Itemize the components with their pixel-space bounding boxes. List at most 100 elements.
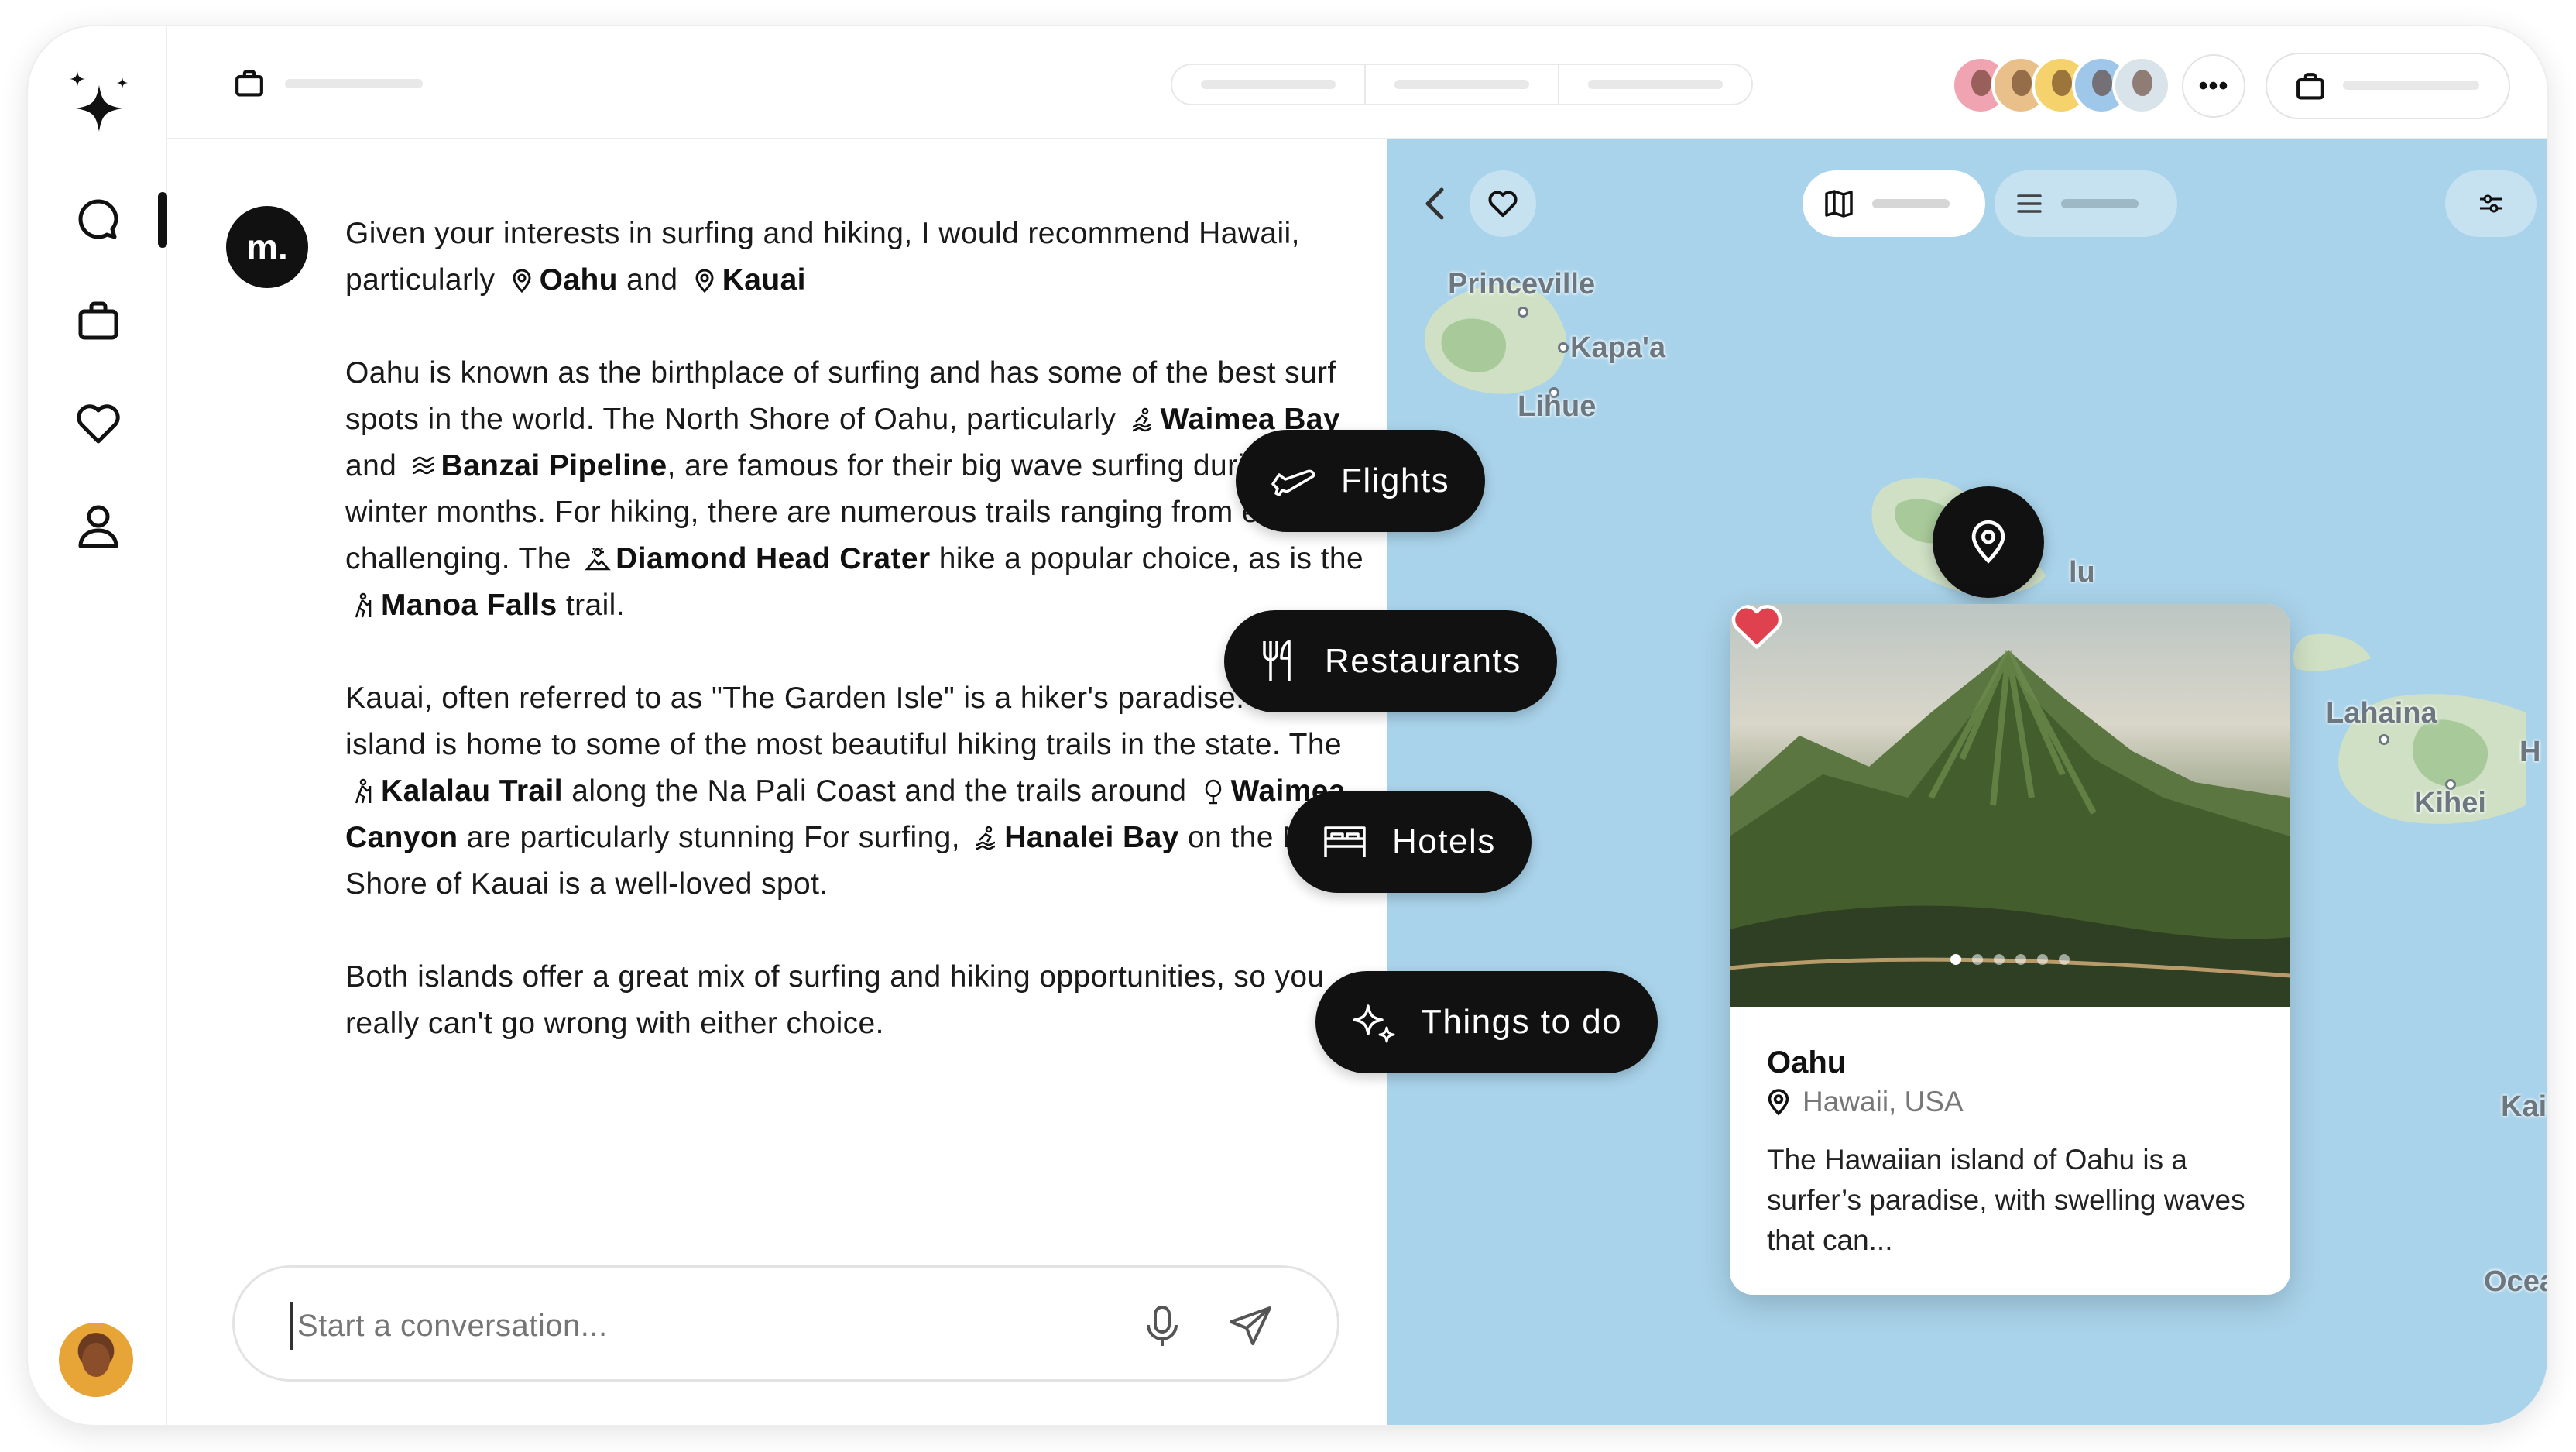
map-label-kapaa: Kapa'a xyxy=(1570,331,1666,364)
map-view-toggle[interactable] xyxy=(1803,170,1985,237)
briefcase-icon[interactable] xyxy=(234,68,265,99)
list-view-toggle[interactable] xyxy=(1995,170,2177,237)
trip-button[interactable] xyxy=(2266,53,2510,119)
hiking-icon xyxy=(585,548,611,571)
location-photo[interactable] xyxy=(1730,604,2290,1007)
map-label-lihue: Lihue xyxy=(1518,390,1597,423)
surfing-icon xyxy=(976,826,996,850)
carousel-dot[interactable] xyxy=(2015,954,2026,965)
map-city-marker xyxy=(2379,734,2389,745)
tab-2[interactable] xyxy=(1366,65,1559,104)
heart-icon xyxy=(77,404,120,444)
carousel-dot[interactable] xyxy=(2059,954,2070,965)
sparkle-logo-icon[interactable] xyxy=(62,70,136,144)
image-carousel-dots xyxy=(1730,954,2290,965)
map-pin-icon xyxy=(1971,520,2005,564)
map-pin-icon xyxy=(513,269,531,293)
carousel-dot[interactable] xyxy=(1950,954,1961,965)
map-label-lahaina: Lahaina xyxy=(2326,697,2437,729)
avatar xyxy=(2112,56,2171,115)
card-location: Hawaii, USA xyxy=(1767,1086,1964,1118)
chat-bubble-icon xyxy=(78,199,118,239)
assistant-avatar: m. xyxy=(226,206,308,288)
map-label-princeville: Princeville xyxy=(1448,268,1596,300)
message-paragraph: Kauai, often referred to as "The Garden … xyxy=(345,681,1358,901)
map-label-kihei: Kihei xyxy=(2414,787,2486,819)
toggle-label-placeholder xyxy=(2061,199,2139,208)
tab-3[interactable] xyxy=(1559,65,1751,104)
fork-knife-icon xyxy=(1263,640,1291,681)
hiker-icon xyxy=(355,592,372,618)
card-description: The Hawaiian island of Oahu is a surfer’… xyxy=(1767,1144,2245,1256)
place-link-kalalau-trail[interactable]: Kalalau Trail xyxy=(381,774,563,808)
active-nav-indicator xyxy=(158,192,167,248)
restaurants-button[interactable]: Restaurants xyxy=(1224,610,1557,712)
trip-button-placeholder xyxy=(2343,81,2479,90)
current-user-avatar[interactable] xyxy=(59,1323,133,1397)
map-icon xyxy=(1825,190,1853,218)
message-paragraph: Given your interests in surfing and hiki… xyxy=(345,217,1300,297)
chat-panel: m. Given your interests in surfing and h… xyxy=(167,139,1387,1425)
message-input[interactable] xyxy=(290,1302,1065,1350)
sidebar-item-saved[interactable] xyxy=(73,398,124,449)
carousel-dot[interactable] xyxy=(2037,954,2048,965)
things-to-do-button[interactable]: Things to do xyxy=(1315,971,1658,1073)
toggle-label-placeholder xyxy=(1872,199,1950,208)
map-label-ocean: Ocean xyxy=(2484,1265,2547,1298)
map-label-fragment: H xyxy=(2519,736,2541,768)
message-composer xyxy=(232,1265,1339,1382)
tab-1[interactable] xyxy=(1172,65,1366,104)
place-link-banzai-pipeline[interactable]: Banzai Pipeline xyxy=(441,449,667,482)
microphone-button[interactable] xyxy=(1131,1296,1193,1358)
sidebar xyxy=(28,26,167,1425)
flights-button[interactable]: Flights xyxy=(1236,430,1486,532)
microphone-icon xyxy=(1147,1306,1178,1346)
map-city-marker xyxy=(1518,307,1528,318)
app-window: ••• m. Given your interests in surfing a… xyxy=(28,26,2547,1425)
collaborator-avatars[interactable] xyxy=(1951,56,2171,115)
map-city-marker xyxy=(1558,342,1569,353)
waves-icon xyxy=(412,456,434,475)
more-icon: ••• xyxy=(2198,70,2229,101)
place-link-diamond-head[interactable]: Diamond Head Crater xyxy=(616,542,930,575)
carousel-dot[interactable] xyxy=(1994,954,2005,965)
sparkles-icon xyxy=(1353,1004,1395,1043)
chevron-left-icon xyxy=(1425,187,1444,220)
surfing-icon xyxy=(1132,407,1151,432)
place-link-hanalei-bay[interactable]: Hanalei Bay xyxy=(1004,821,1179,854)
place-link-kauai[interactable]: Kauai xyxy=(722,263,806,297)
heart-icon xyxy=(1488,191,1518,218)
save-map-button[interactable] xyxy=(1470,170,1536,237)
hotels-button[interactable]: Hotels xyxy=(1287,791,1532,893)
bed-icon xyxy=(1324,826,1366,857)
favorite-heart-icon[interactable] xyxy=(1730,604,1784,650)
carousel-dot[interactable] xyxy=(1972,954,1983,965)
trip-title-placeholder xyxy=(285,79,423,88)
list-icon xyxy=(2017,194,2042,213)
hotels-label: Hotels xyxy=(1392,822,1496,860)
place-link-manoa-falls[interactable]: Manoa Falls xyxy=(381,589,557,622)
mountain-illustration xyxy=(1730,650,2290,1007)
top-bar: ••• xyxy=(167,26,2547,139)
send-button[interactable] xyxy=(1219,1296,1281,1358)
card-title: Oahu xyxy=(1767,1045,1847,1080)
map-filter-button[interactable] xyxy=(2445,170,2537,237)
sidebar-item-trips[interactable] xyxy=(73,296,124,347)
send-icon xyxy=(1230,1306,1271,1345)
back-button[interactable] xyxy=(1401,170,1468,237)
user-icon xyxy=(78,505,118,548)
location-card[interactable]: Oahu Hawaii, USA The Hawaiian island of … xyxy=(1730,604,2290,1295)
map-label-honolulu: lu xyxy=(2069,556,2095,589)
briefcase-icon xyxy=(2296,73,2324,100)
briefcase-icon xyxy=(78,301,118,340)
map-label-kailua: Kailu xyxy=(2501,1090,2547,1123)
segmented-tabs xyxy=(1171,64,1753,105)
flights-label: Flights xyxy=(1341,462,1450,499)
more-options-button[interactable]: ••• xyxy=(2182,54,2245,118)
selected-location-pin[interactable] xyxy=(1933,486,2044,598)
place-link-oahu[interactable]: Oahu xyxy=(540,263,618,297)
sidebar-item-chat[interactable] xyxy=(73,194,124,245)
restaurants-label: Restaurants xyxy=(1325,642,1521,680)
sidebar-item-profile[interactable] xyxy=(73,500,124,551)
message-paragraph: Both islands offer a great mix of surfin… xyxy=(345,960,1325,1040)
